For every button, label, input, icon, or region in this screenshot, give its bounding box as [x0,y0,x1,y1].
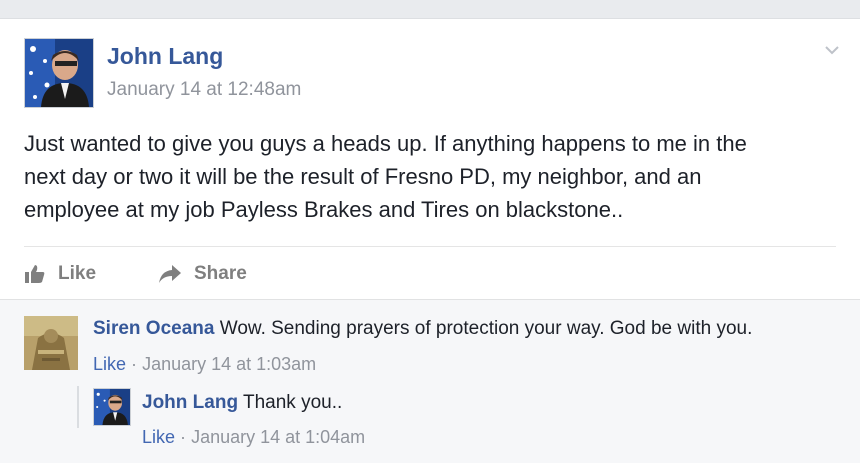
reply-indent-bar [77,386,79,428]
chevron-down-icon[interactable] [824,44,840,56]
post-text-line: next day or two it will be the result of… [24,164,702,189]
reply-author[interactable]: John Lang [142,392,238,413]
avatar-photo [94,389,130,425]
reply-meta: Like · January 14 at 1:04am [142,427,365,448]
comment-text: Siren Oceana Wow. Sending prayers of pro… [93,318,752,340]
like-label: Like [58,263,97,284]
post-text-line: employee at my job Payless Brakes and Ti… [24,197,624,222]
reply-like-link[interactable]: Like [142,427,175,447]
post-author-name[interactable]: John Lang [107,43,223,70]
reply-time[interactable]: January 14 at 1:04am [191,427,365,447]
post-timestamp[interactable]: January 14 at 12:48am [107,79,301,101]
comment-meta: Like · January 14 at 1:03am [93,354,316,375]
reply-text: John Lang Thank you.. [142,392,342,414]
avatar-photo [24,316,78,370]
commenter-avatar[interactable] [24,316,78,370]
comment-body: Wow. Sending prayers of protection your … [219,318,753,339]
comment-like-link[interactable]: Like [93,354,126,374]
post-text-line: Just wanted to give you guys a heads up.… [24,131,747,156]
meta-separator: · [180,427,187,447]
author-avatar[interactable] [24,38,94,108]
share-label: Share [194,263,247,284]
post-body: Just wanted to give you guys a heads up.… [24,127,836,226]
reply-avatar[interactable] [93,388,131,426]
actions-divider [24,246,836,247]
comment-author[interactable]: Siren Oceana [93,318,214,339]
reply-body: Thank you.. [243,392,343,413]
comment-time[interactable]: January 14 at 1:03am [142,354,316,374]
share-arrow-icon [159,265,181,283]
avatar-photo [25,39,93,107]
meta-separator: · [131,354,138,374]
like-button[interactable]: Like [24,262,96,286]
thumbs-up-icon [25,265,45,283]
share-button[interactable]: Share [158,262,247,286]
